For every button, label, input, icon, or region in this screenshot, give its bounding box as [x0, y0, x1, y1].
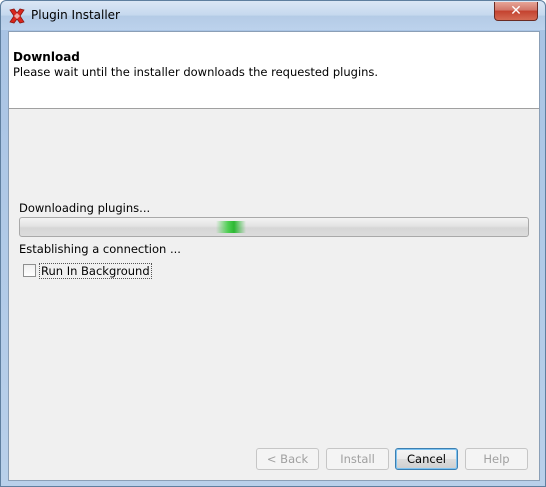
- app-x-icon: [9, 8, 25, 24]
- page-title: Download: [13, 50, 80, 64]
- download-status-label: Downloading plugins...: [19, 201, 151, 215]
- connection-status-label: Establishing a connection ...: [19, 242, 181, 256]
- window-title: Plugin Installer: [31, 8, 120, 22]
- back-button[interactable]: < Back: [256, 448, 319, 470]
- run-in-background-checkbox[interactable]: [23, 264, 36, 277]
- cancel-button[interactable]: Cancel: [395, 448, 458, 470]
- page-description: Please wait until the installer download…: [13, 65, 379, 79]
- close-button[interactable]: ✕: [494, 2, 538, 21]
- installer-window: Plugin Installer ✕ Download Please wait …: [0, 0, 546, 487]
- download-progress-bar: [19, 217, 529, 237]
- close-icon: ✕: [510, 3, 522, 19]
- install-button[interactable]: Install: [326, 448, 389, 470]
- title-bar[interactable]: Plugin Installer ✕: [1, 1, 545, 30]
- progress-indeterminate-chunk: [216, 221, 246, 233]
- wizard-header: Download Please wait until the installer…: [9, 32, 539, 109]
- help-button[interactable]: Help: [465, 448, 528, 470]
- dialog-body: Download Please wait until the installer…: [8, 31, 540, 481]
- run-in-background-label[interactable]: Run In Background: [39, 263, 152, 279]
